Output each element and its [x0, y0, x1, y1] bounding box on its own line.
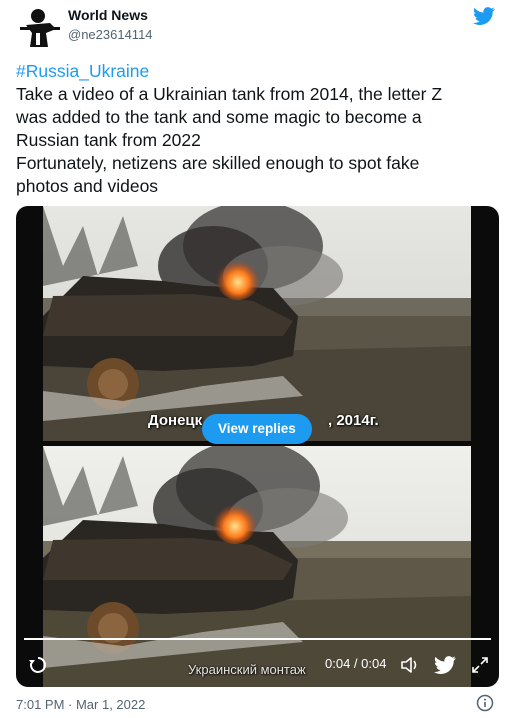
- view-replies-button[interactable]: View replies: [202, 414, 312, 444]
- video-frame-top: Донецк , 2014г.: [43, 206, 471, 441]
- video-caption-year: , 2014г.: [328, 412, 379, 429]
- video-player[interactable]: Донецк , 2014г. Украинский монтаж View r…: [16, 206, 499, 687]
- info-icon[interactable]: [476, 694, 494, 712]
- burning-tank-image: [43, 206, 471, 441]
- replay-icon[interactable]: [28, 654, 48, 676]
- video-caption-watermark: Украинский монтаж: [188, 662, 306, 677]
- avatar-image: [16, 3, 62, 49]
- tweet-line: Russian tank from 2022: [16, 130, 201, 150]
- author-display-name[interactable]: World News: [68, 7, 148, 23]
- author-handle[interactable]: @ne23614114: [68, 27, 153, 42]
- burning-tank-image: [43, 446, 471, 687]
- avatar[interactable]: [16, 3, 62, 49]
- tweet-line: Take a video of a Ukrainian tank from 20…: [16, 84, 443, 104]
- fullscreen-icon[interactable]: [471, 654, 489, 676]
- tweet-text: #Russia_Ukraine Take a video of a Ukrain…: [16, 60, 486, 198]
- volume-icon[interactable]: [399, 654, 421, 676]
- video-caption-location: Донецк: [148, 412, 203, 429]
- tweet-line: photos and videos: [16, 176, 159, 196]
- tweet-line: Fortunately, netizens are skilled enough…: [16, 153, 420, 173]
- video-time: 0:04 / 0:04: [325, 656, 387, 671]
- tweet-timestamp[interactable]: 7:01 PM · Mar 1, 2022: [16, 697, 145, 712]
- tweet-line: was added to the tank and some magic to …: [16, 107, 422, 127]
- twitter-bird-icon[interactable]: [472, 5, 496, 27]
- video-progress-bar[interactable]: [24, 638, 491, 640]
- twitter-bird-icon[interactable]: [434, 654, 456, 676]
- video-frame-bottom: Украинский монтаж: [43, 446, 471, 687]
- hashtag-link[interactable]: #Russia_Ukraine: [16, 60, 486, 83]
